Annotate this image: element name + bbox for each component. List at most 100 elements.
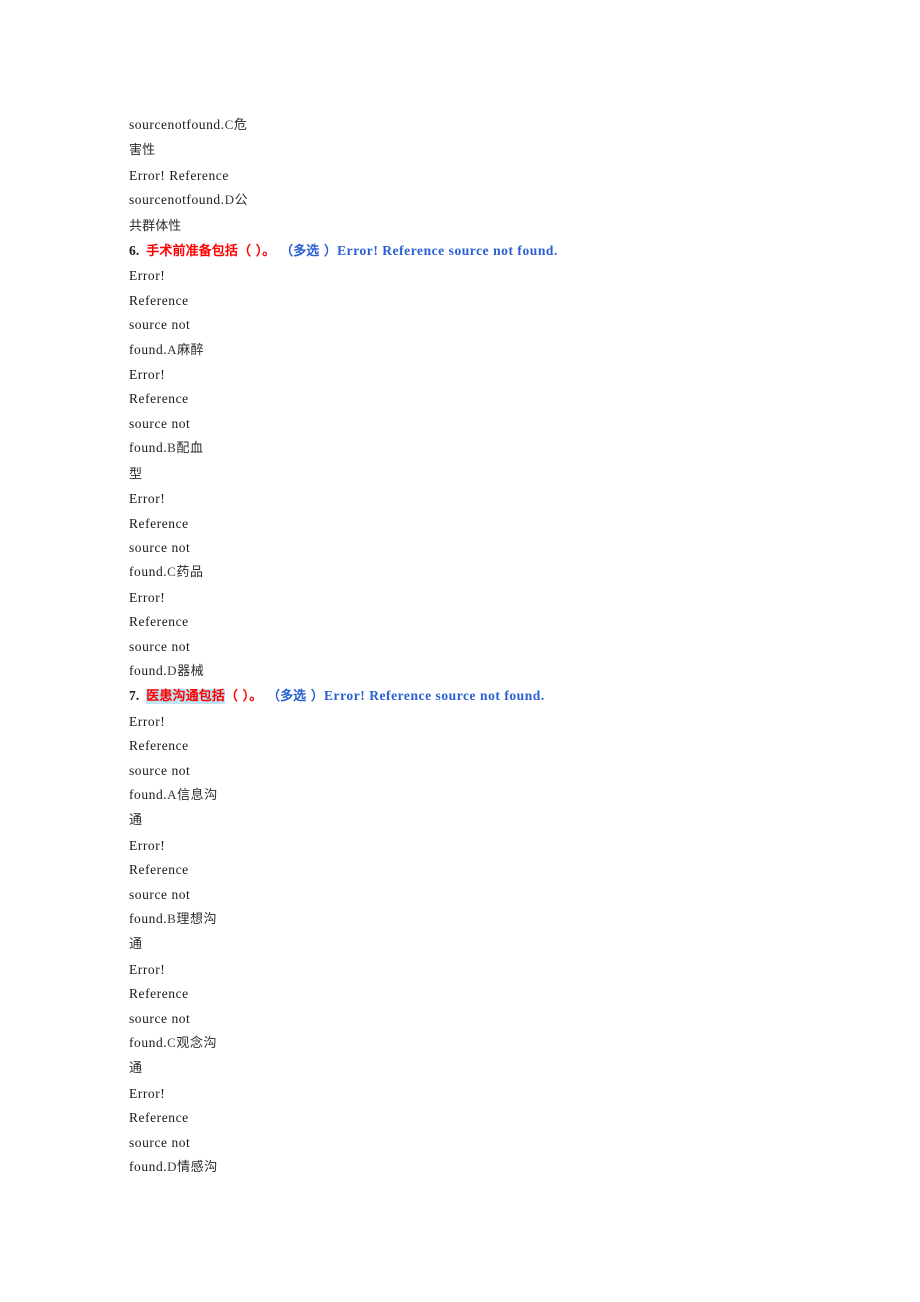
error-word: source not (129, 886, 191, 902)
error-word: Error! (129, 837, 166, 853)
question-error-ref: Error! Reference source not found. (337, 243, 558, 259)
text-line: Reference (129, 512, 829, 536)
option-letter: D (167, 1159, 178, 1175)
text-line: Reference (129, 289, 829, 313)
text-line: 通 (129, 1056, 829, 1081)
text-line: Error! (129, 264, 829, 288)
option-text: 麻醉 (177, 342, 205, 358)
text-line: source not (129, 759, 829, 783)
error-ref-text: sourcenotfound. (129, 192, 225, 208)
question-stem: 手术前准备包括 (146, 244, 238, 260)
question-parens: （ ）。 (237, 244, 276, 260)
question-error-ref: Error! Reference source not found. (324, 688, 545, 704)
error-word: source not (129, 638, 191, 654)
text-line: Error! (129, 363, 829, 387)
option-text-cont: 通 (129, 813, 143, 829)
question-number: 7. (129, 688, 140, 704)
error-word: Reference (129, 614, 189, 630)
option-letter: D (224, 192, 235, 208)
error-word: Reference (129, 986, 189, 1002)
option-letter: C (224, 117, 234, 132)
option-block-carryover-d: Error! Reference sourcenotfound.D公 共群体性 (129, 164, 829, 239)
error-word: source not (129, 1134, 191, 1150)
error-word: Reference (129, 1110, 189, 1126)
text-line: source not (129, 1007, 829, 1031)
question-type-label: （多选 ） (280, 244, 338, 260)
text-line: source not (129, 635, 829, 659)
option-text: 观念沟 (176, 1036, 218, 1052)
text-line: Reference (129, 610, 829, 634)
error-word: Error! (129, 961, 166, 977)
option-block-7d: Error! Reference source not found.D情感沟 (129, 1082, 829, 1181)
text-line: found.A信息沟 (129, 783, 829, 808)
text-line: 通 (129, 932, 829, 957)
option-text-cont: 共群体性 (129, 218, 182, 234)
error-word: Reference (129, 515, 189, 531)
text-line: Error! (129, 958, 829, 982)
error-word: Error! (129, 713, 166, 729)
text-line: Reference (129, 387, 829, 411)
error-word: Error! (129, 589, 166, 605)
option-block-6c: Error! Reference source not found.C药品 (129, 487, 829, 586)
error-word: Reference (129, 292, 189, 308)
error-word: source not (129, 415, 191, 431)
question-number: 6. (129, 243, 140, 259)
text-line: Error! (129, 1082, 829, 1106)
text-line: Reference (129, 982, 829, 1006)
option-block-carryover-c: sourcenotfound.C危 害性 (129, 113, 829, 164)
text-line: source not (129, 313, 829, 337)
error-word: found. (129, 564, 168, 580)
text-line: Reference (129, 734, 829, 758)
error-word: source not (129, 762, 191, 778)
text-line: found.C药品 (129, 560, 829, 585)
text-line: Reference (129, 858, 829, 882)
error-word: Reference (129, 738, 189, 754)
option-block-6d: Error! Reference source not found.D器械 (129, 586, 829, 685)
error-word: Reference (129, 391, 189, 407)
error-word: Error! (129, 268, 166, 284)
error-word: found. (129, 911, 168, 926)
text-line: source not (129, 536, 829, 560)
option-block-7a: Error! Reference source not found.A信息沟 通 (129, 710, 829, 834)
option-text: 危 (233, 118, 248, 133)
error-word: found. (129, 1035, 168, 1051)
error-word: source not (129, 539, 191, 555)
text-line: found.D器械 (129, 659, 829, 684)
text-line: 通 (129, 808, 829, 833)
option-text-cont: 通 (129, 1061, 143, 1077)
text-line: found.B理想沟 (129, 907, 829, 932)
text-line: found.B配血 (129, 436, 829, 461)
option-letter: D (167, 662, 178, 678)
error-word: Reference (129, 862, 189, 878)
text-line: Error! (129, 487, 829, 511)
text-line: 共群体性 (129, 214, 829, 239)
error-word: found. (129, 1159, 168, 1175)
option-text: 配血 (176, 441, 204, 457)
text-line: found.A麻醉 (129, 338, 829, 363)
text-line: sourcenotfound.C危 (129, 113, 829, 138)
option-text-cont: 型 (129, 466, 143, 482)
document-body: sourcenotfound.C危 害性 Error! Reference so… (129, 113, 829, 1180)
error-word: Error! (129, 1085, 166, 1101)
document-page: sourcenotfound.C危 害性 Error! Reference so… (0, 0, 920, 1302)
question-type-label: （多选 ） (266, 689, 324, 705)
text-line: source not (129, 883, 829, 907)
text-line: found.D情感沟 (129, 1155, 829, 1180)
option-block-7b: Error! Reference source not found.B理想沟 通 (129, 834, 829, 958)
text-line: found.C观念沟 (129, 1031, 829, 1056)
error-word: found. (129, 662, 168, 678)
text-line: source not (129, 1131, 829, 1155)
question-parens: （ ）。 (224, 689, 263, 705)
text-line: 型 (129, 462, 829, 487)
option-block-7c: Error! Reference source not found.C观念沟 通 (129, 958, 829, 1082)
option-text: 信息沟 (177, 787, 218, 803)
option-text: 公 (234, 193, 249, 209)
option-text-cont: 害性 (129, 143, 156, 159)
question-heading-6: 6. 手术前准备包括（ ）。 （多选 ）Error! Reference sou… (129, 239, 829, 264)
option-block-6b: Error! Reference source not found.B配血 型 (129, 363, 829, 487)
error-word: source not (129, 1010, 191, 1026)
error-word: Error! (129, 491, 166, 507)
text-line: Error! (129, 710, 829, 734)
option-letter: A (167, 341, 178, 357)
option-text: 器械 (177, 663, 205, 679)
